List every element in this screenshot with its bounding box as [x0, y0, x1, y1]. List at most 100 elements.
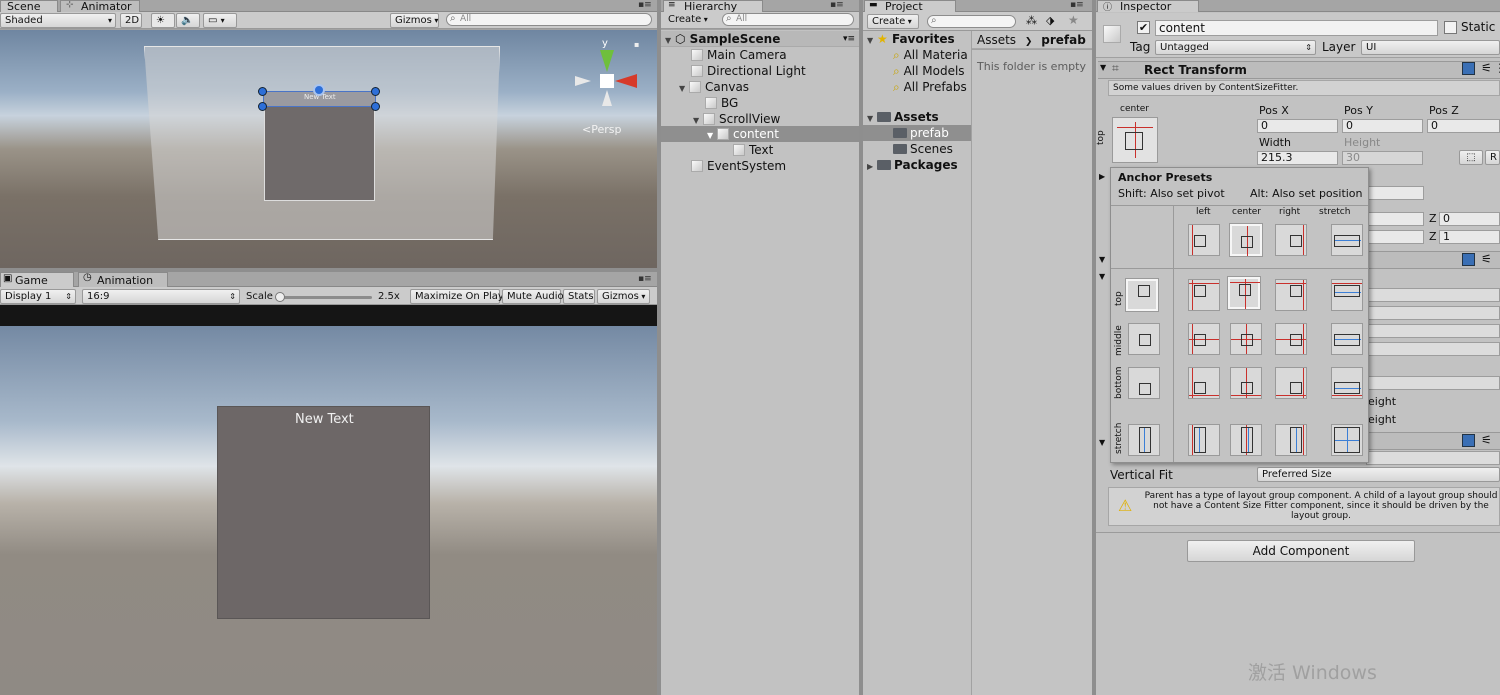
- foldout-arrow-icon[interactable]: ▼: [1100, 63, 1106, 72]
- stats-button[interactable]: Stats: [563, 289, 595, 304]
- favorites-item[interactable]: ⌕ All Models: [863, 63, 971, 79]
- foldout-arrow-icon[interactable]: ▼: [1099, 272, 1105, 281]
- hierarchy-item-directional-light[interactable]: Directional Light: [661, 63, 859, 79]
- scene-search-input[interactable]: All: [446, 13, 652, 26]
- preset-middle-right[interactable]: [1275, 323, 1307, 355]
- folder-item-prefab[interactable]: prefab: [863, 125, 971, 141]
- preset-stretch-h[interactable]: [1331, 224, 1363, 256]
- shading-mode-dropdown[interactable]: Shaded ▾: [0, 13, 116, 28]
- scene-menu-icon[interactable]: ▾≡: [843, 31, 855, 47]
- context-menu-icon[interactable]: ⋮: [1494, 61, 1500, 75]
- x-axis-cone-icon[interactable]: [615, 74, 637, 88]
- mute-audio-button[interactable]: Mute Audio: [502, 289, 564, 304]
- help-book-icon[interactable]: [1462, 62, 1475, 75]
- project-search-input[interactable]: [927, 15, 1016, 28]
- project-create-dropdown[interactable]: Create ▾: [867, 14, 919, 29]
- preset-bottom-left[interactable]: [1188, 367, 1220, 399]
- object-name-field[interactable]: content: [1155, 20, 1438, 36]
- preset-top-right[interactable]: [1275, 279, 1307, 311]
- vertical-fit-dropdown[interactable]: Preferred Size: [1257, 467, 1500, 482]
- rotation-z-field[interactable]: 0: [1439, 212, 1500, 226]
- active-checkbox[interactable]: ✔: [1137, 21, 1150, 34]
- hierarchy-item-eventsystem[interactable]: EventSystem: [661, 158, 859, 174]
- tab-inspector[interactable]: Inspector: [1097, 0, 1199, 12]
- anchor-preset-button[interactable]: [1112, 117, 1158, 163]
- help-book-icon[interactable]: [1462, 253, 1475, 266]
- aspect-dropdown[interactable]: 16:9 ⇕: [82, 289, 240, 304]
- neg-x-cone-icon[interactable]: [575, 76, 591, 86]
- pos-y-field[interactable]: 0: [1342, 119, 1423, 133]
- hierarchy-item-content[interactable]: ▼ content: [661, 126, 859, 142]
- hierarchy-item-text[interactable]: Text: [661, 142, 859, 158]
- favorites-item[interactable]: ⌕ All Materia: [863, 47, 971, 63]
- display-dropdown[interactable]: Display 1 ⇕: [0, 289, 76, 304]
- tag-dropdown[interactable]: Untagged ⇕: [1155, 40, 1316, 55]
- maximize-on-play-button[interactable]: Maximize On Play: [410, 289, 504, 304]
- preset-bottom-right[interactable]: [1275, 367, 1307, 399]
- packages-header[interactable]: ▶ Packages: [863, 157, 971, 173]
- window-menu-icon[interactable]: ▪≡: [830, 0, 844, 10]
- expand-arrow-icon[interactable]: ▶: [867, 159, 877, 175]
- assets-header[interactable]: ▼ Assets: [863, 109, 971, 125]
- component-field[interactable]: [1366, 306, 1500, 320]
- width-field[interactable]: 215.3: [1257, 151, 1338, 165]
- foldout-arrow-icon[interactable]: ▼: [1099, 438, 1105, 447]
- pos-x-field[interactable]: 0: [1257, 119, 1338, 133]
- scale-x-field[interactable]: [1366, 230, 1424, 244]
- preset-center[interactable]: [1229, 223, 1263, 257]
- scene-viewport[interactable]: New Text y ▪ <Persp: [0, 30, 657, 268]
- preset-right[interactable]: [1275, 224, 1307, 256]
- window-menu-icon[interactable]: ▪≡: [638, 274, 652, 284]
- preset-top-stretch[interactable]: [1331, 279, 1363, 311]
- content-rect-scene[interactable]: [264, 91, 375, 201]
- preset-bottom[interactable]: [1128, 367, 1160, 399]
- component-header[interactable]: [1366, 251, 1500, 269]
- settings-sliders-icon[interactable]: ⚟: [1481, 252, 1492, 266]
- horizontal-fit-dropdown[interactable]: [1366, 451, 1500, 465]
- scale-z-field[interactable]: 1: [1439, 230, 1500, 244]
- breadcrumb-prefab[interactable]: prefab: [1041, 33, 1086, 47]
- scene-gizmos-dropdown[interactable]: Gizmos ▾: [390, 13, 439, 28]
- component-field[interactable]: [1366, 324, 1500, 338]
- hierarchy-item-canvas[interactable]: ▼ Canvas: [661, 79, 859, 95]
- audio-toggle-button[interactable]: 🔈: [176, 13, 200, 28]
- filter-label-icon[interactable]: ⬗: [1046, 14, 1054, 27]
- preset-bottom-center[interactable]: [1230, 367, 1262, 399]
- hierarchy-item-bg[interactable]: BG: [661, 95, 859, 111]
- preset-middle-stretch[interactable]: [1331, 323, 1363, 355]
- component-field[interactable]: [1366, 342, 1500, 356]
- blueprint-mode-button[interactable]: ⬚: [1459, 150, 1483, 165]
- orientation-gizmo[interactable]: y ▪: [570, 38, 640, 118]
- game-gizmos-dropdown[interactable]: Gizmos ▾: [597, 289, 650, 304]
- filter-type-icon[interactable]: ⁂: [1026, 14, 1037, 27]
- layer-dropdown[interactable]: UI: [1361, 40, 1500, 55]
- hierarchy-search-input[interactable]: All: [722, 13, 854, 26]
- preset-middle-left[interactable]: [1188, 323, 1220, 355]
- preset-top[interactable]: [1125, 278, 1159, 312]
- help-book-icon[interactable]: [1462, 434, 1475, 447]
- favorite-star-icon[interactable]: ★: [1068, 13, 1079, 27]
- game-viewport[interactable]: New Text: [0, 326, 657, 695]
- favorites-header[interactable]: ▼ ★ Favorites: [863, 31, 971, 47]
- resize-handle-bl[interactable]: [258, 102, 267, 111]
- hierarchy-item-scrollview[interactable]: ▼ ScrollView: [661, 111, 859, 127]
- splitter[interactable]: [0, 268, 657, 272]
- preset-top-center[interactable]: [1227, 276, 1261, 310]
- resize-handle-br[interactable]: [371, 102, 380, 111]
- preset-bottom-stretch[interactable]: [1331, 367, 1363, 399]
- hierarchy-create-dropdown[interactable]: Create ▾: [664, 13, 713, 28]
- preset-stretch-right[interactable]: [1275, 424, 1307, 456]
- lighting-toggle-button[interactable]: ☀: [151, 13, 175, 28]
- foldout-arrow-icon[interactable]: ▼: [1099, 255, 1105, 264]
- lock-icon[interactable]: ▪: [634, 40, 639, 49]
- preset-stretch-center[interactable]: [1230, 424, 1262, 456]
- tab-project[interactable]: Project: [864, 0, 956, 12]
- y-axis-cone-icon[interactable]: [600, 50, 614, 72]
- preset-middle-center[interactable]: [1230, 323, 1262, 355]
- breadcrumb-assets[interactable]: Assets: [977, 33, 1016, 47]
- effects-dropdown[interactable]: ▭ ▾: [203, 13, 237, 28]
- neg-y-cone-icon[interactable]: [602, 90, 612, 106]
- preset-stretch-left[interactable]: [1188, 424, 1220, 456]
- pivot-handle[interactable]: [313, 84, 325, 96]
- gizmo-center-cube[interactable]: [600, 74, 614, 88]
